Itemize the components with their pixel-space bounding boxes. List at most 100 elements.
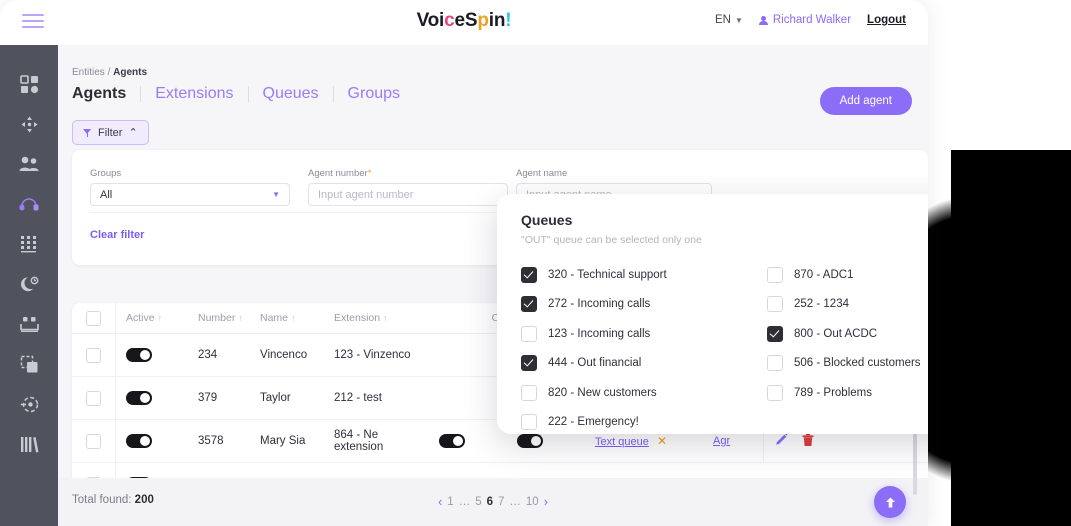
user-name: Richard Walker (772, 14, 852, 26)
queue-label: 222 - Emergency! (548, 416, 639, 429)
queue-checkbox-checked[interactable] (767, 325, 783, 342)
breadcrumb-separator: / (107, 67, 111, 78)
queues-list: 320 - Technical support 870 - ADC1 272 -… (521, 260, 928, 437)
sidebar-item-keypad[interactable] (0, 229, 58, 259)
queue-option[interactable]: 444 - Out financial (521, 349, 767, 379)
queue-label: 444 - Out financial (548, 357, 642, 370)
sort-arrow-icon: ↑ (383, 313, 388, 323)
queue-option[interactable]: 222 - Emergency! (521, 408, 767, 438)
tab-queues[interactable]: Queues (249, 85, 333, 103)
row-active-cell (116, 434, 188, 448)
app-window: VoiceSpin! EN ▼ Richard Walker Logout En… (0, 0, 928, 526)
queue-checkbox[interactable] (767, 266, 783, 283)
row-select-cell (72, 420, 116, 462)
row-extension: 212 - test (334, 392, 382, 404)
headset-icon (19, 195, 39, 213)
queue-option[interactable]: 789 - Problems (767, 378, 928, 408)
tab-agents[interactable]: Agents (72, 85, 140, 103)
active-toggle[interactable] (126, 348, 152, 362)
queue-option[interactable]: 870 - ADC1 (767, 260, 928, 290)
queue-option[interactable]: 820 - New customers (521, 378, 767, 408)
sidebar-nav (0, 45, 58, 526)
funnel-icon (83, 128, 92, 137)
row-number: 234 (198, 349, 218, 361)
queue-checkbox[interactable] (521, 325, 537, 342)
queue-option[interactable]: 506 - Blocked customers (767, 349, 928, 379)
queues-modal-title: Queues (521, 212, 573, 228)
queue-checkbox[interactable] (521, 384, 537, 401)
page-7[interactable]: 7 (498, 496, 504, 508)
column-header-active[interactable]: Active ↑ (116, 312, 188, 324)
queue-option[interactable]: 123 - Incoming calls (521, 319, 767, 349)
column-header-number[interactable]: Number ↑ (188, 312, 250, 324)
sidebar-item-call-history[interactable] (0, 389, 58, 419)
breadcrumb-root[interactable]: Entities (72, 67, 105, 78)
keypad-icon (20, 235, 38, 253)
add-agent-button[interactable]: Add agent (819, 87, 912, 115)
row-checkbox[interactable] (86, 347, 101, 363)
secondary-toggle[interactable] (439, 434, 465, 448)
active-toggle[interactable] (126, 391, 152, 405)
select-all-checkbox[interactable] (86, 310, 101, 326)
sidebar-item-duplicate[interactable] (0, 349, 58, 379)
breadcrumb: Entities / Agents (72, 67, 147, 78)
sidebar-item-voicemail[interactable] (0, 309, 58, 339)
queue-option[interactable]: 252 - 1234 (767, 290, 928, 320)
row-name: Mary Sia (260, 435, 306, 447)
row-checkbox[interactable] (86, 433, 101, 449)
avatar-icon (758, 15, 768, 25)
row-extension: 123 - Vinzenco (334, 349, 411, 361)
sidebar-item-agents[interactable] (0, 189, 58, 219)
groups-select[interactable]: All ▼ (90, 183, 290, 206)
row-active-cell (116, 348, 188, 362)
voicemail-box-icon (19, 316, 39, 332)
queue-option[interactable]: 320 - Technical support (521, 260, 767, 290)
clear-filter-link[interactable]: Clear filter (90, 229, 144, 241)
page-1[interactable]: 1 (447, 496, 453, 508)
top-header-bar: VoiceSpin! EN ▼ Richard Walker Logout (0, 0, 928, 45)
sidebar-item-library[interactable] (0, 429, 58, 459)
queue-option[interactable]: 800 - Out ACDC (767, 319, 928, 349)
sidebar-item-dashboard[interactable] (0, 69, 58, 99)
tab-groups[interactable]: Groups (334, 85, 414, 103)
row-name: Taylor (260, 392, 291, 404)
queue-label: 789 - Problems (794, 386, 872, 399)
next-page-button[interactable]: › (544, 494, 548, 509)
column-header-name[interactable]: Name ↑ (250, 312, 324, 324)
move-arrows-icon (20, 115, 39, 134)
column-label: Extension (334, 312, 381, 324)
page-10[interactable]: 10 (526, 496, 539, 508)
queue-checkbox-checked[interactable] (521, 266, 537, 283)
queue-option[interactable]: 272 - Incoming calls (521, 290, 767, 320)
groups-field: Groups All ▼ (90, 168, 290, 206)
user-menu[interactable]: Richard Walker (758, 14, 852, 26)
sidebar-item-routing[interactable] (0, 109, 58, 139)
queue-checkbox-checked[interactable] (521, 355, 537, 372)
active-toggle[interactable] (126, 434, 152, 448)
language-selector[interactable]: EN ▼ (715, 14, 743, 26)
column-label: Name (260, 312, 289, 324)
chevron-down-icon: ▼ (272, 190, 280, 199)
column-header-extension[interactable]: Extension ↑ (324, 312, 429, 324)
queues-modal-subtitle: "OUT" queue can be selected only one (521, 234, 702, 246)
row-number: 379 (198, 392, 218, 404)
queue-link[interactable]: Text queue (595, 436, 649, 448)
prev-page-button[interactable]: ‹ (438, 494, 442, 509)
queue-checkbox-checked[interactable] (521, 296, 537, 313)
queue-checkbox[interactable] (767, 296, 783, 313)
page-6-current[interactable]: 6 (487, 496, 493, 508)
row-select-cell (72, 377, 116, 419)
queue-checkbox[interactable] (521, 414, 537, 431)
filter-toggle-button[interactable]: Filter ⌃ (72, 120, 149, 145)
queue-checkbox[interactable] (767, 355, 783, 372)
tab-extensions[interactable]: Extensions (141, 85, 247, 103)
agent-number-input[interactable] (308, 183, 508, 206)
row-checkbox[interactable] (86, 390, 101, 406)
page-5[interactable]: 5 (475, 496, 481, 508)
sidebar-item-users[interactable] (0, 149, 58, 179)
logout-link[interactable]: Logout (867, 14, 906, 26)
queue-label: 252 - 1234 (794, 298, 849, 311)
queue-checkbox[interactable] (767, 384, 783, 401)
sidebar-item-schedule[interactable] (0, 269, 58, 299)
scroll-to-top-button[interactable] (874, 486, 906, 518)
